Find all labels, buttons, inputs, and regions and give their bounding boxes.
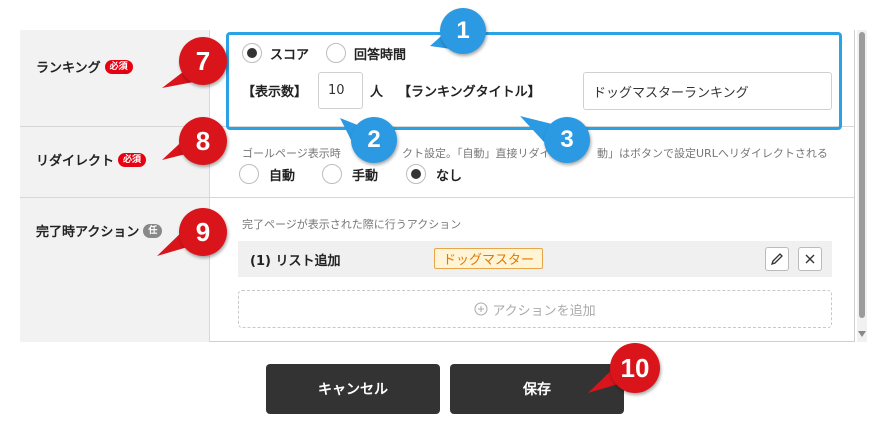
- callout-1: 1: [440, 8, 486, 54]
- callout-2: 2: [351, 117, 397, 163]
- callout-9: 9: [179, 208, 227, 256]
- callout-3: 3: [544, 117, 590, 163]
- callout-7: 7: [179, 37, 227, 85]
- callout-pointers: [157, 30, 632, 393]
- callout-8: 8: [179, 117, 227, 165]
- callout-10: 10: [610, 343, 660, 393]
